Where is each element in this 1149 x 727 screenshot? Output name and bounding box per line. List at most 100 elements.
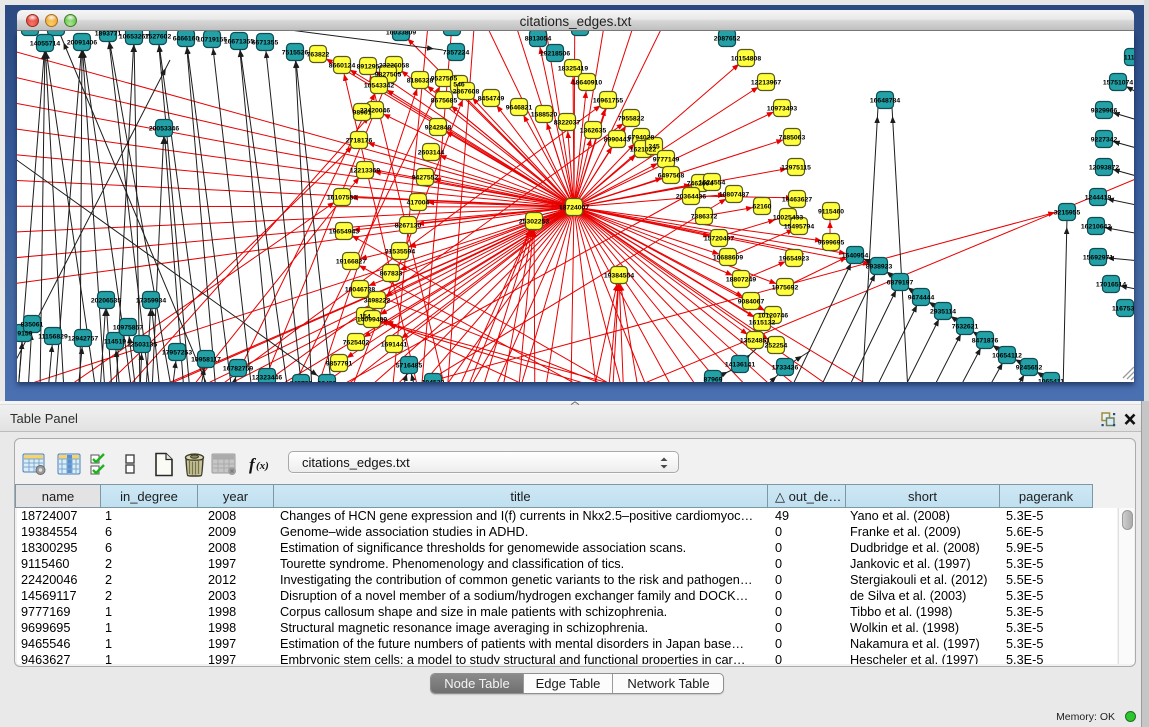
svg-text:7515526: 7515526 <box>282 50 309 57</box>
svg-text:17016514: 17016514 <box>1096 282 1126 289</box>
svg-text:546: 546 <box>453 82 465 89</box>
svg-text:(x): (x) <box>256 460 269 472</box>
svg-text:10046738: 10046738 <box>345 287 375 294</box>
svg-text:18325419: 18325419 <box>558 66 588 73</box>
svg-text:15495794: 15495794 <box>784 224 814 231</box>
svg-text:835061: 835061 <box>21 322 44 329</box>
svg-text:10543342: 10543342 <box>364 83 394 90</box>
svg-text:6466160: 6466160 <box>173 36 200 43</box>
svg-text:8322037: 8322037 <box>554 120 581 127</box>
svg-text:12213967: 12213967 <box>751 80 781 87</box>
svg-text:19166827: 19166827 <box>336 259 366 266</box>
svg-text:87969: 87969 <box>704 377 723 383</box>
svg-text:104522: 104522 <box>422 380 445 383</box>
svg-text:252254: 252254 <box>765 343 788 350</box>
svg-text:867833: 867833 <box>380 271 403 278</box>
svg-text:10154808: 10154808 <box>731 56 761 63</box>
svg-text:15720407: 15720407 <box>704 236 734 243</box>
svg-text:18640910: 18640910 <box>572 80 602 87</box>
svg-text:10120746: 10120746 <box>758 313 788 320</box>
svg-text:2935114: 2935114 <box>930 309 956 316</box>
svg-text:1065411: 1065411 <box>1038 379 1064 383</box>
svg-text:98901: 98901 <box>353 110 372 117</box>
svg-text:8675685: 8675685 <box>431 98 458 105</box>
svg-text:891295: 891295 <box>357 64 380 71</box>
svg-text:3498222: 3498222 <box>364 298 391 305</box>
svg-text:8813054: 8813054 <box>525 36 552 43</box>
svg-text:15751074: 15751074 <box>1103 80 1133 87</box>
svg-text:39159: 39159 <box>17 331 33 338</box>
svg-text:10025433: 10025433 <box>773 215 803 222</box>
svg-text:2087652: 2087652 <box>714 36 741 43</box>
svg-text:17957253: 17957253 <box>162 350 192 357</box>
svg-text:12323446: 12323446 <box>252 375 282 382</box>
svg-text:1527602: 1527602 <box>145 34 172 41</box>
svg-text:417004: 417004 <box>407 200 430 207</box>
svg-text:9242848: 9242848 <box>425 125 452 132</box>
svg-text:6794028: 6794028 <box>628 135 655 142</box>
svg-text:8186328: 8186328 <box>407 78 434 85</box>
svg-text:18724007: 18724007 <box>559 205 589 212</box>
svg-text:62160: 62160 <box>753 204 772 211</box>
svg-text:12942757: 12942757 <box>68 336 98 343</box>
svg-text:9646821: 9646821 <box>506 105 533 112</box>
svg-text:20206535: 20206535 <box>91 298 121 305</box>
svg-text:8471876: 8471876 <box>972 338 999 345</box>
svg-text:1615132: 1615132 <box>749 320 776 327</box>
svg-text:9777149: 9777149 <box>653 157 680 164</box>
svg-text:245: 245 <box>648 144 660 151</box>
svg-text:92450: 92450 <box>318 381 337 383</box>
svg-text:9084067: 9084067 <box>738 299 765 306</box>
svg-text:9227342: 9227342 <box>1091 137 1118 144</box>
svg-text:19654923: 19654923 <box>779 256 809 263</box>
svg-text:1975692: 1975692 <box>772 285 799 292</box>
svg-text:2867608: 2867608 <box>453 89 480 96</box>
svg-text:8990443: 8990443 <box>604 137 631 144</box>
svg-text:2603144: 2603144 <box>418 150 445 157</box>
svg-text:16782759: 16782759 <box>223 366 253 373</box>
svg-text:19384554: 19384554 <box>604 273 634 280</box>
svg-text:19218506: 19218506 <box>540 51 570 58</box>
svg-text:6497568: 6497568 <box>658 173 685 180</box>
svg-text:1733426: 1733426 <box>772 365 799 372</box>
svg-text:25302253: 25302253 <box>519 219 549 226</box>
svg-text:845736: 845736 <box>290 381 313 383</box>
svg-text:7386372: 7386372 <box>691 214 718 221</box>
svg-text:10719155: 10719155 <box>197 37 227 44</box>
svg-text:23226058: 23226058 <box>379 63 409 70</box>
svg-text:1691441: 1691441 <box>381 342 408 349</box>
svg-text:1362635: 1362635 <box>580 128 607 135</box>
svg-text:16107553: 16107553 <box>327 195 357 202</box>
svg-text:1640954: 1640954 <box>842 253 869 260</box>
svg-text:20053346: 20053346 <box>149 126 179 133</box>
svg-text:9857791: 9857791 <box>326 361 353 368</box>
svg-text:12093872: 12093872 <box>1089 165 1119 172</box>
svg-text:9329966: 9329966 <box>1091 108 1118 115</box>
svg-text:1624554: 1624554 <box>699 180 726 187</box>
svg-text:10975857: 10975857 <box>113 325 143 332</box>
svg-text:14136141: 14136141 <box>725 362 755 369</box>
svg-text:763822: 763822 <box>307 52 330 59</box>
svg-text:7357224: 7357224 <box>443 50 470 57</box>
svg-text:16648784: 16648784 <box>870 98 900 105</box>
svg-text:9474444: 9474444 <box>908 295 935 302</box>
svg-text:9245652: 9245652 <box>1016 365 1043 372</box>
svg-text:1893771: 1893771 <box>95 31 122 38</box>
svg-text:12975115: 12975115 <box>781 165 811 172</box>
svg-text:20364436: 20364436 <box>676 194 706 201</box>
svg-text:20091406: 20091406 <box>67 40 97 47</box>
svg-text:16671355: 16671355 <box>224 39 254 46</box>
svg-text:12213369: 12213369 <box>350 168 380 175</box>
svg-text:7625402: 7625402 <box>343 340 370 347</box>
svg-text:6879197: 6879197 <box>887 280 914 287</box>
svg-text:14055714: 14055714 <box>30 41 60 48</box>
svg-text:9427552: 9427552 <box>412 175 439 182</box>
svg-text:1167534: 1167534 <box>1112 306 1134 313</box>
svg-text:8938923: 8938923 <box>866 264 893 271</box>
svg-text:19654943: 19654943 <box>329 229 359 236</box>
svg-text:8267130: 8267130 <box>395 223 422 230</box>
svg-text:19463627: 19463627 <box>782 197 812 204</box>
svg-text:7485063: 7485063 <box>779 135 806 142</box>
svg-text:6671355: 6671355 <box>252 40 279 47</box>
svg-text:7632621: 7632621 <box>952 324 979 331</box>
